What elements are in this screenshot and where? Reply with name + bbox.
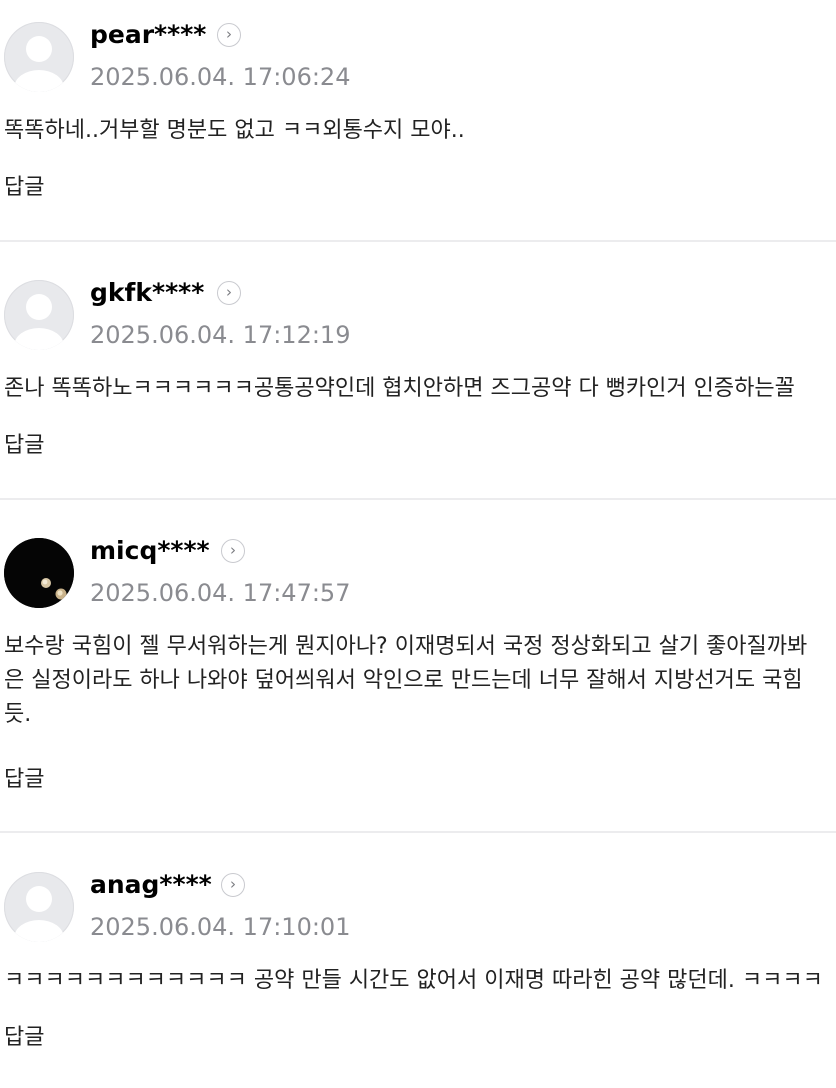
comment-username[interactable]: anag****	[90, 868, 212, 902]
divider	[0, 831, 836, 833]
chevron-right-icon[interactable]: ›	[221, 539, 245, 563]
reply-button[interactable]: 답글	[4, 172, 44, 204]
default-avatar-icon[interactable]	[4, 280, 74, 350]
chevron-right-icon[interactable]: ›	[217, 281, 241, 305]
reply-button[interactable]: 답글	[4, 764, 44, 796]
reply-button[interactable]: 답글	[4, 1022, 44, 1054]
comment-item: gkfk**** › 2025.06.04. 17:12:19 존나 똑똑하노ㅋ…	[0, 258, 836, 516]
comment-timestamp: 2025.06.04. 17:10:01	[90, 913, 351, 941]
comment-username[interactable]: micq****	[90, 534, 210, 568]
default-avatar-icon[interactable]	[4, 872, 74, 942]
comment-item: pear**** › 2025.06.04. 17:06:24 똑똑하네..거부…	[0, 0, 836, 258]
comment-body-line: 은 실정이라도 하나 나와야 덮어씌워서 악인으로 만드는데 너무 잘해서 지방…	[4, 668, 803, 693]
chevron-right-icon[interactable]: ›	[217, 23, 241, 47]
comment-body: ㅋㅋㅋㅋㅋㅋㅋㅋㅋㅋㅋㅋ 공약 만들 시간도 앖어서 이재명 따라힌 공약 많던…	[4, 964, 836, 998]
custom-photo-avatar[interactable]	[4, 538, 74, 608]
comment-item: anag**** › 2025.06.04. 17:10:01 ㅋㅋㅋㅋㅋㅋㅋㅋ…	[0, 850, 836, 1088]
divider	[0, 240, 836, 242]
chevron-right-icon[interactable]: ›	[221, 873, 245, 897]
comment-item: micq**** › 2025.06.04. 17:47:57 보수랑 국힘이 …	[0, 516, 836, 849]
comment-body: 보수랑 국힘이 젤 무서워하는게 뭔지아나? 이재명되서 국정 정상화되고 살기…	[4, 630, 836, 732]
default-avatar-icon[interactable]	[4, 22, 74, 92]
comment-timestamp: 2025.06.04. 17:47:57	[90, 579, 351, 607]
comment-body-line: 존나 똑똑하노ㅋㅋㅋㅋㅋㅋ공통공약인데 협치안하면 즈그공약 다 뻥카인거 인증…	[4, 376, 795, 401]
comment-body-line: 보수랑 국힘이 젤 무서워하는게 뭔지아나? 이재명되서 국정 정상화되고 살기…	[4, 634, 808, 659]
comment-timestamp: 2025.06.04. 17:06:24	[90, 63, 351, 91]
comment-timestamp: 2025.06.04. 17:12:19	[90, 321, 351, 349]
reply-button[interactable]: 답글	[4, 430, 44, 462]
divider	[0, 498, 836, 500]
comment-list: pear**** › 2025.06.04. 17:06:24 똑똑하네..거부…	[0, 0, 836, 1088]
comment-username[interactable]: gkfk****	[90, 276, 204, 310]
comment-body: 똑똑하네..거부할 명분도 없고 ㅋㅋ외통수지 모야..	[4, 114, 836, 148]
comment-username[interactable]: pear****	[90, 18, 206, 52]
comment-body-line: 똑똑하네..거부할 명분도 없고 ㅋㅋ외통수지 모야..	[4, 118, 465, 143]
comment-body-line: 듯.	[4, 702, 32, 727]
comment-body: 존나 똑똑하노ㅋㅋㅋㅋㅋㅋ공통공약인데 협치안하면 즈그공약 다 뻥카인거 인증…	[4, 372, 836, 406]
comment-body-line: ㅋㅋㅋㅋㅋㅋㅋㅋㅋㅋㅋㅋ 공약 만들 시간도 앖어서 이재명 따라힌 공약 많던…	[4, 968, 823, 993]
